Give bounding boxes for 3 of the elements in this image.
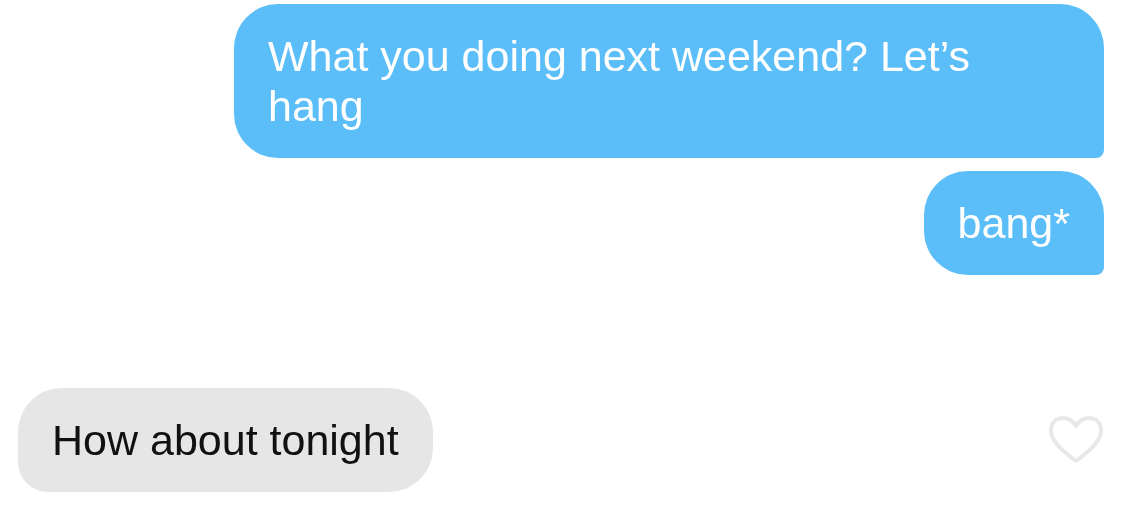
message-bubble: How about tonight (18, 388, 433, 492)
message-bubble: bang* (923, 171, 1104, 275)
message-bubble: What you doing next weekend? Let’s hang (234, 4, 1104, 158)
